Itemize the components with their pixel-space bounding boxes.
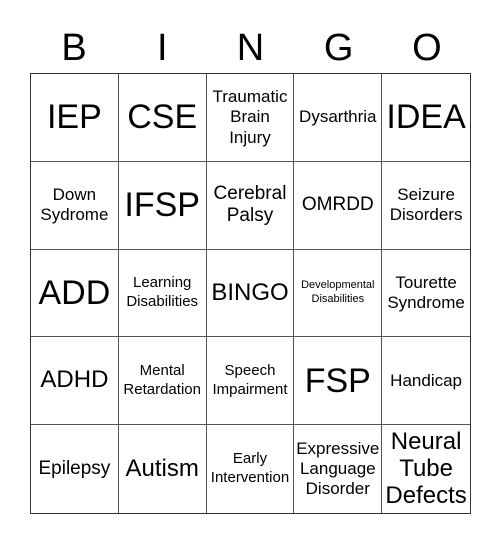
bingo-cell[interactable]: ADHD	[31, 337, 119, 426]
header-letter-n: N	[236, 27, 265, 69]
bingo-cell[interactable]: Traumatic Brain Injury	[206, 74, 295, 162]
bingo-cell[interactable]: Epilepsy	[31, 425, 119, 513]
bingo-cell[interactable]: IDEA	[382, 74, 470, 162]
header-letter-b: B	[61, 27, 87, 69]
bingo-cell[interactable]: ADD	[31, 249, 119, 338]
bingo-cell[interactable]: Down Sydrome	[31, 161, 119, 250]
bingo-cell[interactable]: Seizure Disorders	[382, 162, 470, 250]
bingo-cell[interactable]: IEP	[31, 74, 119, 162]
header-letter-i: I	[157, 27, 168, 69]
bingo-cell[interactable]: Dysarthria	[294, 74, 383, 162]
bingo-cell[interactable]: Tourette Syndrome	[382, 250, 470, 338]
bingo-cell[interactable]: FSP	[294, 337, 383, 426]
bingo-header: B I N G O	[30, 22, 471, 74]
bingo-cell[interactable]: CSE	[118, 74, 207, 162]
bingo-cell[interactable]: IFSP	[118, 161, 207, 250]
bingo-cell[interactable]: OMRDD	[294, 161, 383, 250]
bingo-free-space[interactable]: BINGO	[206, 249, 295, 338]
bingo-cell[interactable]: Early Intervention	[207, 425, 295, 513]
bingo-cell[interactable]: Developmental Disabilities	[294, 249, 383, 338]
bingo-cell[interactable]: Mental Retardation	[118, 337, 207, 426]
bingo-cell[interactable]: Cerebral Palsy	[206, 161, 295, 250]
header-letter-o: O	[412, 27, 442, 69]
bingo-cell[interactable]: Autism	[119, 425, 207, 513]
bingo-grid: IEP CSE Traumatic Brain Injury Dysarthri…	[30, 73, 471, 514]
header-letter-g: G	[323, 27, 354, 69]
bingo-cell[interactable]: Learning Disabilities	[118, 249, 207, 338]
bingo-cell[interactable]: Neural Tube Defects	[382, 425, 470, 513]
bingo-cell[interactable]: Handicap	[382, 337, 470, 426]
bingo-cell[interactable]: Speech Impairment	[206, 337, 295, 426]
bingo-cell[interactable]: Expressive Language Disorder	[294, 425, 383, 513]
